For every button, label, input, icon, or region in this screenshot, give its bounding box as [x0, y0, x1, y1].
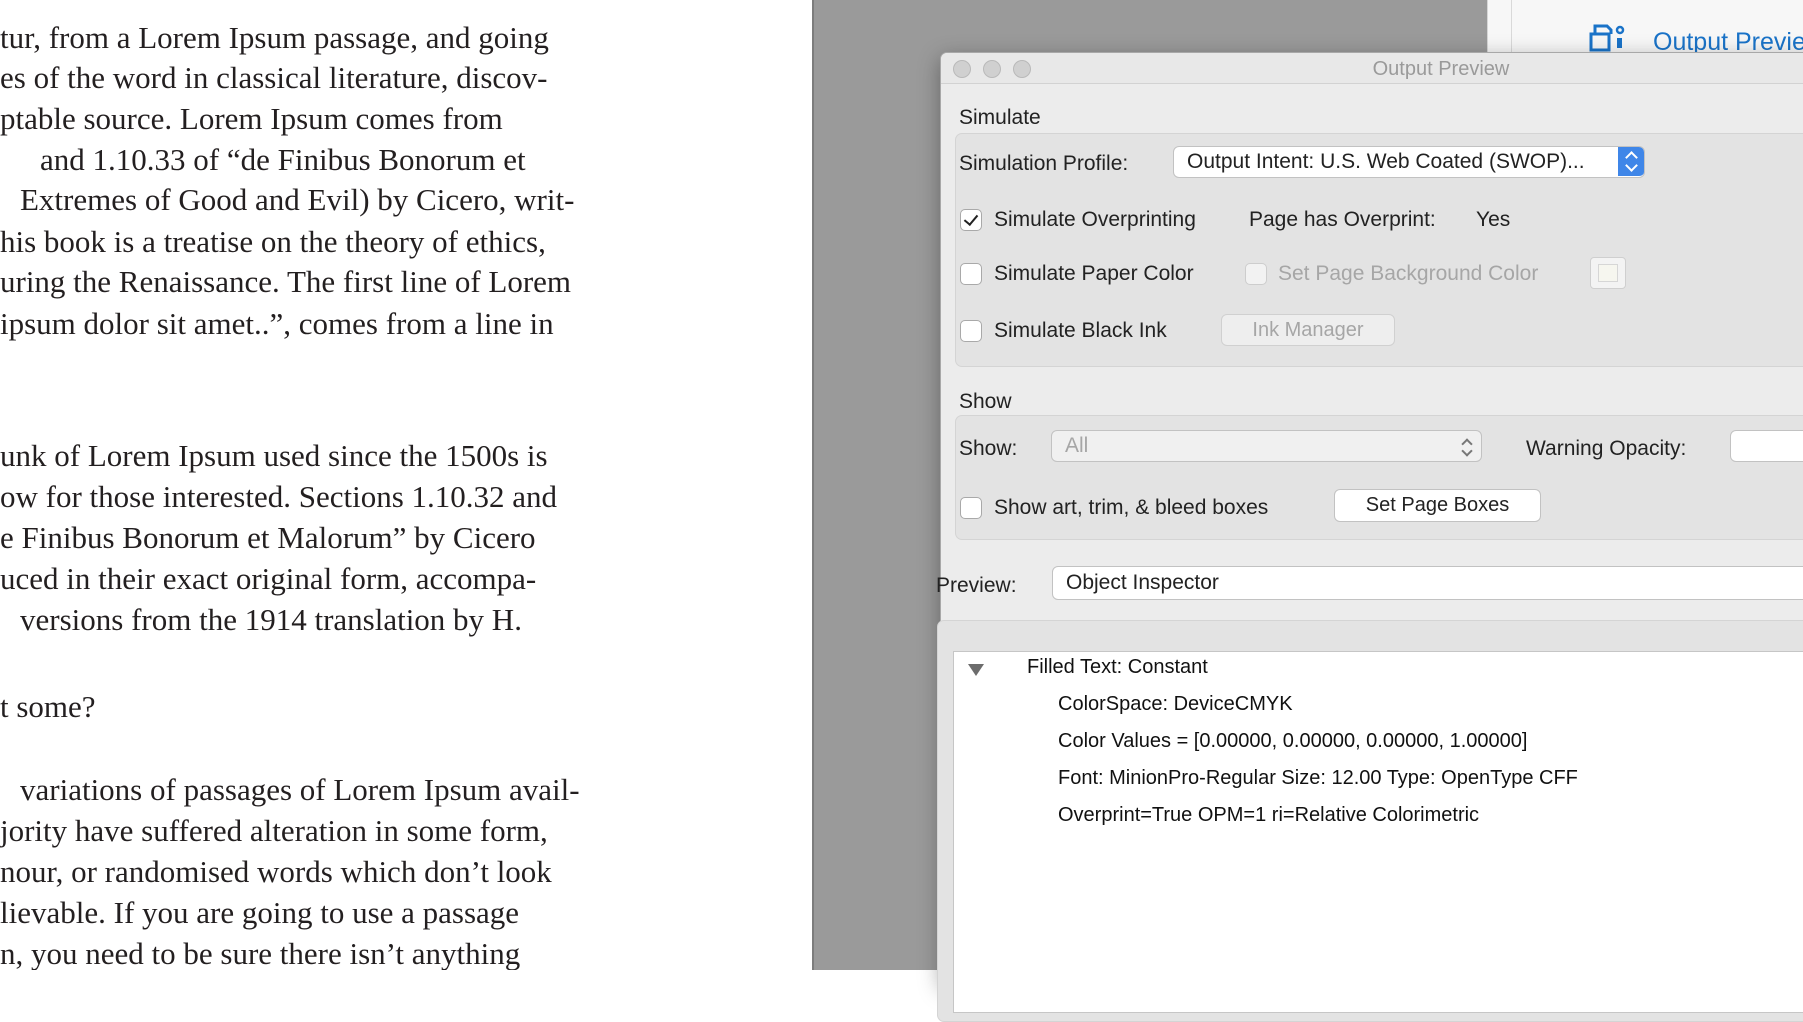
document-text-line: ow for those interested. Sections 1.10.3…	[0, 479, 558, 514]
page-has-overprint-value: Yes	[1476, 208, 1511, 231]
show-boxes-checkbox[interactable]	[960, 497, 982, 519]
set-page-boxes-button[interactable]: Set Page Boxes	[1334, 489, 1541, 522]
inspector-overprint: Overprint=True OPM=1 ri=Relative Colorim…	[1058, 804, 1480, 826]
simulation-profile-value: Output Intent: U.S. Web Coated (SWOP)...	[1187, 150, 1585, 173]
document-text-line: versions from the 1914 translation by H.	[20, 602, 522, 637]
inspector-color-values: Color Values = [0.00000, 0.00000, 0.0000…	[1058, 730, 1528, 752]
document-text-line: tur, from a Lorem Ipsum passage, and goi…	[0, 20, 549, 55]
simulate-black-ink-label[interactable]: Simulate Black Ink	[994, 319, 1167, 343]
document-text-line: Extremes of Good and Evil) by Cicero, wr…	[20, 182, 575, 217]
preview-label: Preview:	[936, 574, 1017, 597]
warning-opacity-label: Warning Opacity:	[1526, 437, 1687, 460]
set-page-background-checkbox[interactable]	[1245, 263, 1267, 285]
select-stepper-icon	[1618, 147, 1644, 176]
simulate-overprinting-label[interactable]: Simulate Overprinting	[994, 208, 1196, 232]
document-text-line: and 1.10.33 of “de Finibus Bonorum et	[40, 142, 526, 177]
inspector-root-item[interactable]: Filled Text: Constant	[1027, 656, 1208, 679]
document-text-line: unk of Lorem Ipsum used since the 1500s …	[0, 438, 548, 473]
document-text-line: uced in their exact original form, accom…	[0, 561, 537, 596]
document-text-line: es of the word in classical literature, …	[0, 60, 548, 95]
select-stepper-icon	[1461, 437, 1473, 457]
warning-opacity-select[interactable]	[1730, 430, 1803, 462]
document-text-line: e Finibus Bonorum et Malorum” by Cicero	[0, 520, 536, 555]
simulate-paper-color-label[interactable]: Simulate Paper Color	[994, 262, 1194, 286]
object-inspector-tree[interactable]: Filled Text: Constant ColorSpace: Device…	[953, 651, 1803, 1013]
simulate-paper-color-checkbox[interactable]	[960, 263, 982, 285]
document-text-line: his book is a treatise on the theory of …	[0, 224, 546, 259]
show-heading: Show	[959, 390, 1012, 413]
simulate-heading: Simulate	[959, 106, 1041, 129]
set-page-background-label[interactable]: Set Page Background Color	[1278, 262, 1538, 286]
object-inspector-group: Filled Text: Constant ColorSpace: Device…	[937, 620, 1803, 1022]
document-text-line: nour, or randomised words which don’t lo…	[0, 854, 552, 889]
document-text-line: jority have suffered alteration in some …	[0, 813, 548, 848]
dialog-title: Output Preview	[1372, 58, 1510, 80]
document-text-line: uring the Renaissance. The first line of…	[0, 264, 572, 299]
show-select-value: All	[1065, 434, 1089, 457]
inspector-font: Font: MinionPro-Regular Size: 12.00 Type…	[1058, 767, 1578, 789]
document-page: tur, from a Lorem Ipsum passage, and goi…	[0, 0, 812, 970]
document-text-line: n, you need to be sure there isn’t anyth…	[0, 936, 521, 970]
page-background-color-swatch[interactable]	[1590, 257, 1626, 289]
ink-manager-button[interactable]: Ink Manager	[1221, 314, 1395, 346]
document-text-line: t some?	[0, 689, 96, 724]
disclosure-triangle-icon[interactable]	[968, 664, 984, 676]
document-text-line: variations of passages of Lorem Ipsum av…	[20, 772, 580, 807]
preview-select[interactable]: Object Inspector	[1052, 566, 1803, 600]
dialog-titlebar[interactable]: Output Preview	[941, 53, 1803, 84]
simulate-black-ink-checkbox[interactable]	[960, 320, 982, 342]
preview-select-value: Object Inspector	[1066, 571, 1219, 594]
simulate-overprinting-checkbox[interactable]	[960, 209, 982, 231]
document-text-line: ptable source. Lorem Ipsum comes from	[0, 101, 503, 136]
document-text-line: lievable. If you are going to use a pass…	[0, 895, 520, 930]
inspector-colorspace: ColorSpace: DeviceCMYK	[1058, 693, 1293, 715]
simulation-profile-select[interactable]: Output Intent: U.S. Web Coated (SWOP)...	[1173, 146, 1645, 178]
show-boxes-label[interactable]: Show art, trim, & bleed boxes	[994, 496, 1268, 520]
simulation-profile-label: Simulation Profile:	[959, 152, 1129, 175]
show-label: Show:	[959, 437, 1018, 460]
show-select[interactable]: All	[1051, 430, 1482, 462]
page-has-overprint-label: Page has Overprint:	[1249, 208, 1436, 231]
output-preview-tool-icon[interactable]	[1587, 22, 1625, 54]
document-text-line: ipsum dolor sit amet..”, comes from a li…	[0, 306, 554, 341]
